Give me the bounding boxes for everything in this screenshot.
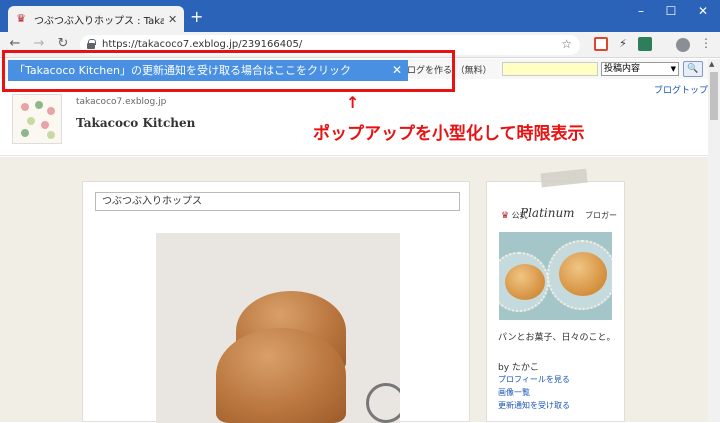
logo-flower	[21, 103, 29, 111]
search-scope-value: 投稿内容	[604, 64, 641, 74]
browser-tab[interactable]: ♛ つぶつぶ入りホップス : Takacoco Kitchen ✕	[8, 6, 184, 32]
profile-description: パンとお菓子、日々のこと。	[498, 333, 616, 343]
browser-titlebar: ♛ つぶつぶ入りホップス : Takacoco Kitchen ✕ + – ☐ …	[0, 0, 720, 32]
reload-icon[interactable]: ↻	[54, 36, 72, 51]
tab-title: つぶつぶ入りホップス : Takacoco Kitchen	[34, 15, 164, 27]
logo-flower	[35, 101, 43, 109]
close-window-button[interactable]: ✕	[688, 4, 718, 18]
chevron-down-icon: ▼	[670, 65, 676, 73]
profile-photo[interactable]	[499, 232, 612, 320]
minimize-button[interactable]: –	[626, 4, 656, 18]
exblog-favicon-icon: ♛	[16, 12, 26, 25]
image-list-link[interactable]: 画像一覧	[498, 387, 530, 398]
cooling-rack	[366, 383, 400, 423]
blog-title[interactable]: Takacoco Kitchen	[76, 116, 195, 130]
profile-link[interactable]: プロフィールを見る	[498, 374, 570, 385]
bun	[559, 252, 607, 296]
blog-domain: takacoco7.exblog.jp	[76, 97, 167, 107]
extension-bolt-icon[interactable]: ⚡	[616, 37, 630, 51]
logo-flower	[41, 121, 49, 129]
blogger-label: ブロガー	[585, 211, 617, 220]
annotation-text: ポップアップを小型化して時限表示	[313, 124, 585, 144]
extension-green-icon[interactable]	[638, 37, 652, 51]
blog-search-input[interactable]	[502, 62, 598, 76]
bread-loaf-bottom	[216, 328, 346, 423]
profile-sidebar: ♛ 公式 Platinum ブロガー パンとお菓子、日々のこと。 by たかこ …	[486, 181, 625, 422]
forward-icon[interactable]: →	[30, 36, 48, 51]
extension-red-icon[interactable]	[594, 37, 608, 51]
search-icon[interactable]: 🔍	[683, 61, 703, 77]
profile-avatar-icon[interactable]	[676, 38, 690, 52]
blogtop-link[interactable]: ブログトップ	[654, 83, 708, 96]
annotation-arrow-icon: ↑	[346, 93, 360, 112]
post-title[interactable]: つぶつぶ入りホップス	[95, 192, 460, 211]
scrollbar-thumb[interactable]	[710, 72, 718, 120]
crown-icon: ♛	[501, 211, 510, 221]
tab-close-icon[interactable]: ✕	[168, 13, 177, 26]
logo-flower	[21, 129, 29, 137]
platinum-label: Platinum	[520, 206, 575, 220]
bread-photo[interactable]	[156, 233, 400, 423]
profile-author: by たかこ	[498, 363, 539, 373]
url-text: https://takacoco7.exblog.jp/239166405/	[102, 39, 303, 50]
maximize-button[interactable]: ☐	[656, 4, 686, 18]
browser-menu-icon[interactable]: ⋮	[700, 36, 712, 50]
search-scope-select[interactable]: 投稿内容 ▼	[601, 62, 679, 76]
back-icon[interactable]: ←	[6, 36, 24, 51]
logo-flower	[27, 117, 35, 125]
annotation-highlight-box	[2, 50, 455, 92]
bookmark-star-icon[interactable]: ☆	[561, 37, 572, 51]
scroll-up-icon[interactable]: ▲	[709, 60, 714, 68]
post-card: つぶつぶ入りホップス	[82, 181, 470, 423]
subscribe-link[interactable]: 更新通知を受け取る	[498, 400, 570, 411]
logo-flower	[47, 107, 55, 115]
blog-logo[interactable]	[12, 94, 62, 144]
bun	[505, 264, 545, 300]
lock-icon	[87, 39, 96, 49]
logo-flower	[47, 131, 55, 139]
new-tab-button[interactable]: +	[190, 9, 203, 25]
